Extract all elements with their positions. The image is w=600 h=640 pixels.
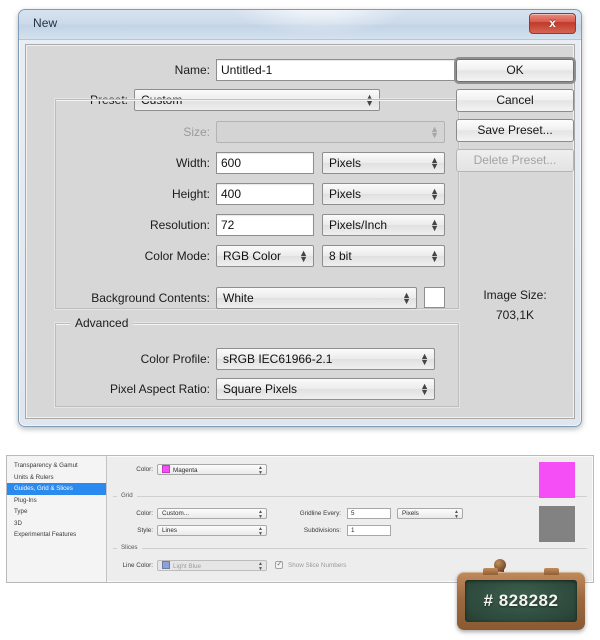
preferences-sidebar: Transparency & Gamut Units & Rulers Guid… — [7, 456, 107, 582]
name-label: Name: — [175, 59, 210, 81]
magenta-color-swatch — [539, 462, 575, 498]
stepper-arrows-icon: ▲▼ — [454, 510, 459, 519]
sidebar-item-experimental-features[interactable]: Experimental Features — [7, 529, 106, 541]
preferences-content: Color: Magenta ▲▼ Grid Color: Custom... … — [107, 456, 593, 582]
save-preset-button[interactable]: Save Preset... — [456, 119, 574, 142]
background-color-swatch[interactable] — [424, 287, 445, 308]
dialog-titlebar[interactable]: New x — [19, 10, 581, 40]
ok-button[interactable]: OK — [456, 59, 574, 82]
stepper-arrows-icon: ▲▼ — [299, 250, 308, 262]
subdivisions-input[interactable]: 1 — [347, 525, 391, 536]
color-profile-value: sRGB IEC61966-2.1 — [223, 352, 332, 366]
background-contents-label: Background Contents: — [91, 287, 210, 309]
guides-color-chip-icon — [162, 465, 170, 473]
gridline-every-unit-select[interactable]: Pixels ▲▼ — [397, 508, 463, 519]
delete-preset-button: Delete Preset... — [456, 149, 574, 172]
slices-section-divider: Slices — [113, 548, 587, 549]
chalkboard-surface: # 828282 — [465, 580, 577, 622]
sidebar-item-units-rulers[interactable]: Units & Rulers — [7, 472, 106, 484]
slices-line-color-select: Light Blue ▲▼ — [157, 560, 267, 571]
image-size-label: Image Size: — [450, 288, 580, 302]
slices-section-title: Slices — [117, 544, 142, 551]
sidebar-item-plug-ins[interactable]: Plug-Ins — [7, 495, 106, 507]
gridline-every-label: Gridline Every: — [279, 508, 341, 519]
subdivisions-label: Subdivisions: — [279, 525, 341, 536]
grid-style-label: Style: — [115, 525, 153, 536]
resolution-input[interactable]: 72 — [216, 214, 314, 236]
advanced-group-title: Advanced — [70, 316, 133, 330]
guides-color-select[interactable]: Magenta ▲▼ — [157, 464, 267, 475]
dialog-body: Name: Untitled-1 Preset: Custom ▲▼ Size:… — [25, 44, 575, 419]
image-size-value: 703,1K — [450, 308, 580, 322]
color-profile-label: Color Profile: — [141, 348, 210, 370]
hex-value-callout: # 828282 — [457, 572, 585, 630]
height-label: Height: — [172, 183, 210, 205]
stepper-arrows-icon: ▲▼ — [420, 383, 429, 395]
width-label: Width: — [176, 152, 210, 174]
chalkboard-clip-left — [483, 568, 498, 575]
stepper-arrows-icon: ▲▼ — [402, 292, 411, 304]
height-input[interactable]: 400 — [216, 183, 314, 205]
stepper-arrows-icon: ▲▼ — [430, 157, 439, 169]
size-label: Size: — [183, 121, 210, 143]
guides-color-label: Color: — [115, 464, 153, 475]
color-mode-value: RGB Color — [223, 249, 281, 263]
height-unit-select[interactable]: Pixels ▲▼ — [322, 183, 445, 205]
grid-style-select[interactable]: Lines ▲▼ — [157, 525, 267, 536]
sidebar-item-type[interactable]: Type — [7, 506, 106, 518]
height-unit-value: Pixels — [329, 187, 361, 201]
name-input[interactable]: Untitled-1 — [216, 59, 459, 81]
stepper-arrows-icon: ▲▼ — [258, 466, 263, 475]
pixel-aspect-label: Pixel Aspect Ratio: — [110, 378, 210, 400]
show-slice-numbers-label: Show Slice Numbers — [288, 560, 378, 571]
pixel-aspect-select[interactable]: Square Pixels ▲▼ — [216, 378, 435, 400]
chalkboard-clip-right — [544, 568, 559, 575]
gray-color-swatch — [539, 506, 575, 542]
grid-color-select[interactable]: Custom... ▲▼ — [157, 508, 267, 519]
stepper-arrows-icon: ▲▼ — [430, 126, 439, 138]
slices-line-color-label: Line Color: — [107, 560, 153, 571]
stepper-arrows-icon: ▲▼ — [430, 250, 439, 262]
stepper-arrows-icon: ▲▼ — [430, 188, 439, 200]
close-icon[interactable]: x — [529, 13, 576, 34]
dialog-title: New — [33, 16, 57, 30]
gridline-every-input[interactable]: 5 — [347, 508, 391, 519]
stepper-arrows-icon: ▲▼ — [258, 527, 263, 536]
width-input[interactable]: 600 — [216, 152, 314, 174]
grid-section-divider: Grid — [113, 496, 587, 497]
background-contents-select[interactable]: White ▲▼ — [216, 287, 417, 309]
grid-color-label: Color: — [115, 508, 153, 519]
size-select: ▲▼ — [216, 121, 445, 143]
stepper-arrows-icon: ▲▼ — [430, 219, 439, 231]
sidebar-item-transparency-gamut[interactable]: Transparency & Gamut — [7, 460, 106, 472]
stepper-arrows-icon: ▲▼ — [258, 510, 263, 519]
color-mode-select[interactable]: RGB Color ▲▼ — [216, 245, 314, 267]
cancel-button[interactable]: Cancel — [456, 89, 574, 112]
color-depth-select[interactable]: 8 bit ▲▼ — [322, 245, 445, 267]
new-document-dialog: New x Name: Untitled-1 Preset: Custom ▲▼… — [18, 9, 582, 427]
pixel-aspect-value: Square Pixels — [223, 382, 297, 396]
gridline-every-unit-value: Pixels — [402, 510, 419, 517]
show-slice-numbers-checkbox[interactable] — [275, 561, 283, 569]
resolution-label: Resolution: — [150, 214, 210, 236]
background-contents-value: White — [223, 291, 254, 305]
stepper-arrows-icon: ▲▼ — [420, 353, 429, 365]
slices-line-color-chip-icon — [162, 561, 170, 569]
grid-style-value: Lines — [162, 527, 177, 534]
guides-color-value: Magenta — [173, 467, 198, 474]
sidebar-item-3d[interactable]: 3D — [7, 518, 106, 530]
color-mode-label: Color Mode: — [145, 245, 210, 267]
grid-section-title: Grid — [117, 492, 137, 499]
sidebar-item-guides-grid-slices[interactable]: Guides, Grid & Slices — [7, 483, 106, 495]
slices-line-color-value: Light Blue — [173, 563, 201, 570]
width-unit-select[interactable]: Pixels ▲▼ — [322, 152, 445, 174]
resolution-unit-select[interactable]: Pixels/Inch ▲▼ — [322, 214, 445, 236]
color-profile-select[interactable]: sRGB IEC61966-2.1 ▲▼ — [216, 348, 435, 370]
grid-color-value: Custom... — [162, 510, 189, 517]
hex-value-text: # 828282 — [465, 591, 577, 611]
width-unit-value: Pixels — [329, 156, 361, 170]
stepper-arrows-icon: ▲▼ — [258, 562, 263, 571]
resolution-unit-value: Pixels/Inch — [329, 218, 387, 232]
color-depth-value: 8 bit — [329, 249, 352, 263]
